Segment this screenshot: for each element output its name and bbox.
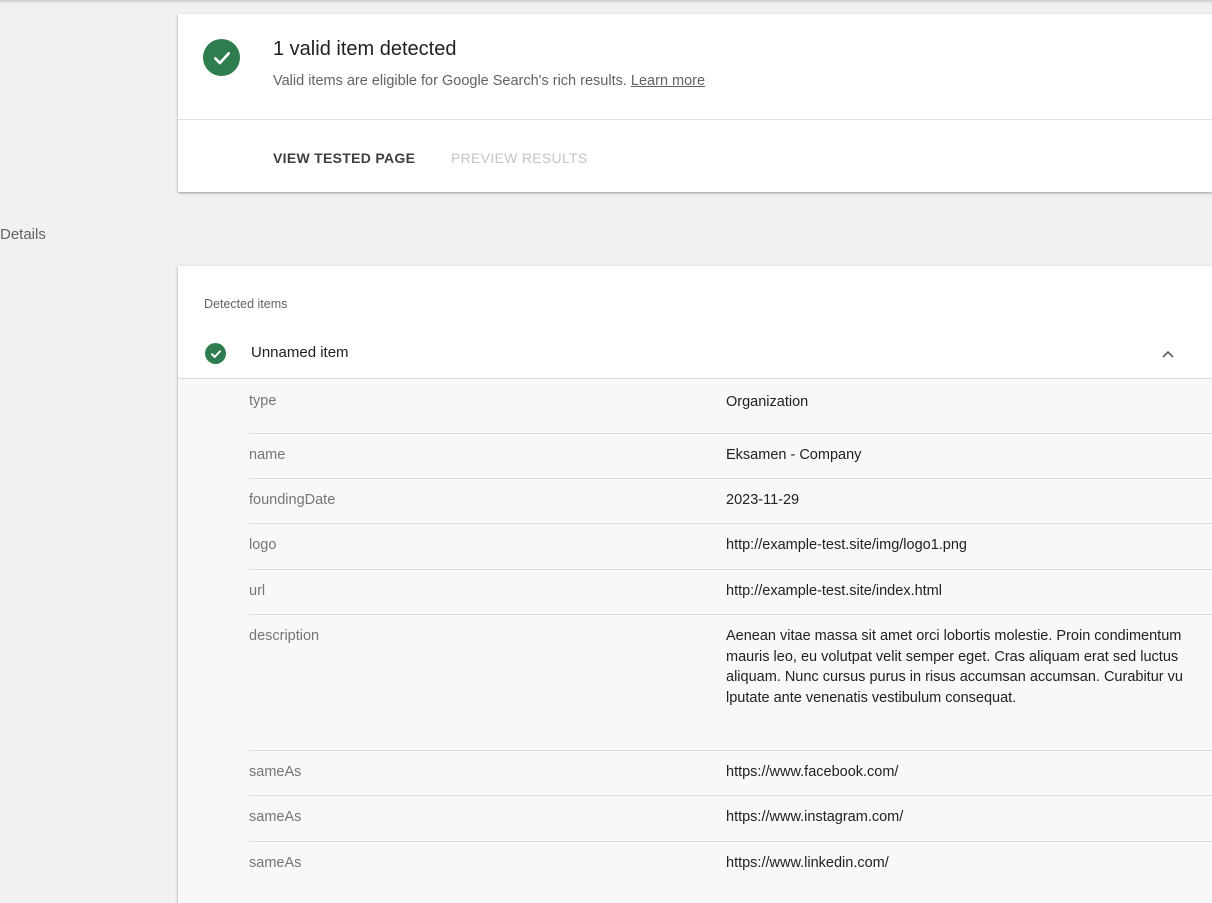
learn-more-link[interactable]: Learn more — [631, 73, 705, 89]
check-circle-icon — [205, 343, 226, 364]
property-key: sameAs — [249, 855, 302, 871]
property-key: name — [249, 447, 286, 463]
property-key: foundingDate — [249, 492, 336, 508]
details-section-label: Details — [0, 226, 46, 243]
property-value: https://www.instagram.com/ — [726, 809, 904, 825]
property-key: url — [249, 583, 266, 599]
divider — [178, 119, 1212, 120]
property-row: sameAs https://www.facebook.com/ — [249, 751, 1212, 796]
preview-results-button[interactable]: PREVIEW RESULTS — [451, 150, 588, 166]
summary-subtitle-text: Valid items are eligible for Google Sear… — [273, 73, 627, 89]
summary-subtitle: Valid items are eligible for Google Sear… — [273, 73, 705, 89]
property-key: sameAs — [249, 809, 302, 825]
property-row: url http://example-test.site/index.html — [249, 570, 1212, 615]
details-card: Detected items Unnamed item type Organiz… — [178, 266, 1212, 903]
summary-card: 1 valid item detected Valid items are el… — [178, 14, 1212, 192]
summary-title: 1 valid item detected — [273, 38, 457, 60]
property-key: description — [249, 628, 320, 644]
chevron-up-icon[interactable] — [1160, 346, 1176, 362]
property-row: sameAs https://www.instagram.com/ — [249, 796, 1212, 842]
property-row: sameAs https://www.linkedin.com/ — [249, 842, 1212, 887]
detected-items-label: Detected items — [204, 297, 288, 311]
property-value: Aenean vitae massa sit amet orci loborti… — [726, 628, 1183, 706]
property-value: Organization — [726, 394, 809, 410]
property-row: foundingDate 2023-11-29 — [249, 479, 1212, 524]
page: 1 valid item detected Valid items are el… — [0, 0, 1212, 903]
detected-item-header[interactable]: Unnamed item — [178, 332, 1212, 378]
property-row: type Organization — [249, 379, 1212, 434]
view-tested-page-button[interactable]: VIEW TESTED PAGE — [273, 150, 415, 166]
property-key: type — [249, 393, 277, 409]
check-circle-icon — [203, 39, 240, 76]
detected-item-name: Unnamed item — [251, 344, 349, 361]
property-row: logo http://example-test.site/img/logo1.… — [249, 524, 1212, 570]
properties-table: type Organization name Eksamen - Company… — [178, 379, 1212, 903]
property-value: http://example-test.site/img/logo1.png — [726, 537, 967, 553]
property-value: https://www.linkedin.com/ — [726, 855, 889, 871]
property-key: sameAs — [249, 764, 302, 780]
property-value: 2023-11-29 — [726, 492, 800, 508]
property-row: name Eksamen - Company — [249, 434, 1212, 479]
property-value: Eksamen - Company — [726, 447, 862, 463]
property-value: http://example-test.site/index.html — [726, 583, 942, 599]
property-row: description Aenean vitae massa sit amet … — [249, 615, 1212, 751]
top-bar-shadow — [0, 0, 1212, 6]
property-value: https://www.facebook.com/ — [726, 764, 899, 780]
property-key: logo — [249, 537, 277, 553]
